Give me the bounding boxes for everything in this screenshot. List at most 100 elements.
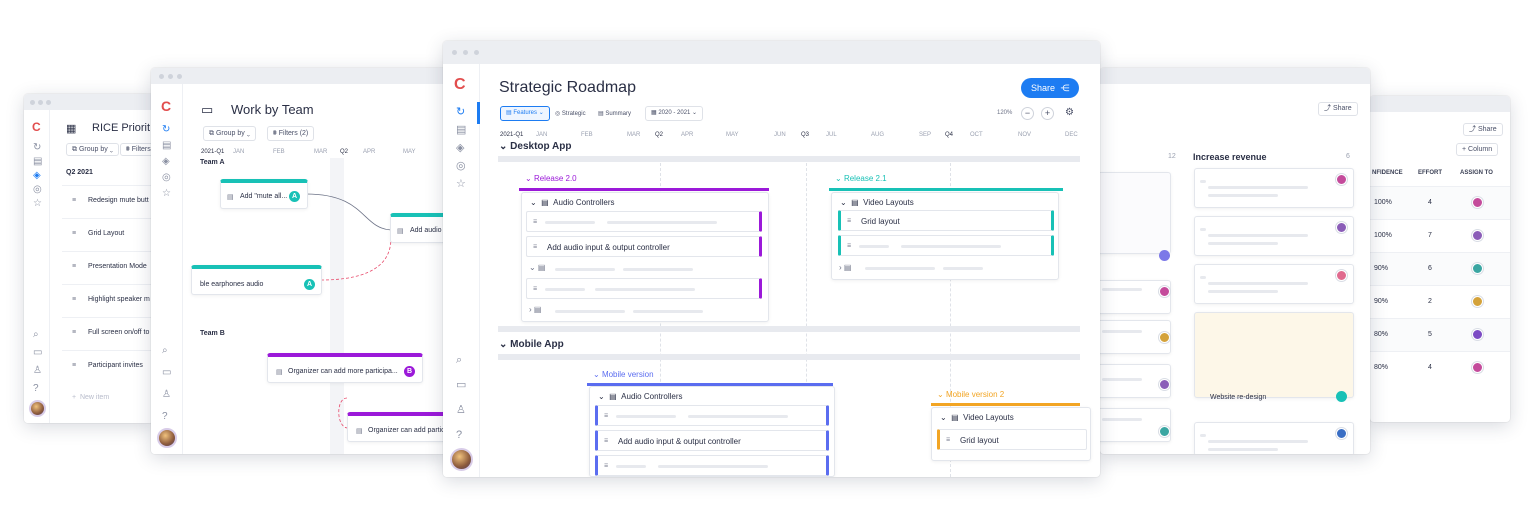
month-label: APR	[681, 132, 694, 138]
app-logo[interactable]: C	[32, 120, 41, 134]
collapse-icon[interactable]: › ▤	[839, 263, 851, 272]
release-title: Release 2.1	[843, 174, 887, 183]
check-icon[interactable]: ◎	[456, 161, 466, 172]
people-icon[interactable]: ♙	[456, 405, 466, 416]
release-bar[interactable]	[829, 188, 1063, 191]
settings-icon[interactable]: ⚙	[1065, 107, 1074, 118]
row-title: Full screen on/off to	[88, 329, 150, 336]
board-card[interactable]	[1100, 408, 1171, 442]
date-range-select[interactable]: ▦ 2020 - 2021 ⌄	[645, 106, 704, 121]
expand-icon[interactable]: ⌄ ▤	[529, 263, 545, 272]
feature-item[interactable]: ≡	[526, 211, 762, 232]
star-icon[interactable]: ☆	[33, 199, 42, 209]
strategy-icon[interactable]: ◈	[456, 143, 464, 154]
placeholder-line	[1200, 180, 1206, 183]
zoom-in-icon[interactable]: +	[1041, 107, 1054, 120]
column-count: 6	[1346, 153, 1350, 160]
work-item-card[interactable]: ▤ Organizer can add partic	[347, 412, 451, 442]
view-features-label: Features	[513, 110, 538, 116]
feature-title: Grid layout	[960, 436, 999, 445]
feature-item[interactable]: ≡	[595, 455, 829, 476]
month-label: AUG	[871, 132, 885, 138]
people-icon[interactable]: ♙	[33, 366, 42, 376]
month-label: JUL	[826, 132, 837, 138]
feature-item[interactable]: ≡	[595, 405, 829, 426]
feature-item[interactable]: ≡	[526, 278, 762, 299]
feature-item[interactable]: ≡	[838, 235, 1054, 256]
table-row[interactable]: ≡ Full screen on/off to	[62, 317, 154, 349]
check-icon[interactable]: ◎	[33, 185, 42, 195]
desktop-lane-title[interactable]: ⌄ Desktop App	[499, 141, 571, 152]
mobile-lane-title[interactable]: ⌄ Mobile App	[499, 339, 564, 350]
app-logo[interactable]: C	[454, 76, 466, 94]
collapse-icon[interactable]: › ▤	[529, 305, 541, 314]
release-bar[interactable]	[519, 188, 769, 191]
assignee-avatar[interactable]	[1472, 230, 1483, 241]
table-row[interactable]: 90% 2	[1370, 285, 1510, 318]
star-icon[interactable]: ☆	[456, 179, 466, 190]
help-icon[interactable]: ?	[456, 430, 462, 441]
roadmap-window: C ↻ ▤ ◈ ◎ ☆ ⌕ ▭ ♙ ? Strategic Roadmap Sh…	[443, 41, 1100, 477]
release-bar[interactable]	[931, 403, 1080, 406]
search-icon[interactable]: ⌕	[456, 355, 462, 366]
assignee-avatar[interactable]	[1472, 197, 1483, 208]
view-strategic-button[interactable]: ◎ Strategic	[555, 110, 586, 117]
table-row[interactable]: ≡ Grid Layout	[62, 218, 154, 250]
assignee-avatar[interactable]	[1472, 263, 1483, 274]
share-button[interactable]: Share ⋲	[1021, 78, 1079, 98]
feature-item[interactable]: ≡ Grid layout	[937, 429, 1087, 450]
feature-item[interactable]: ≡ Grid layout	[838, 210, 1054, 231]
board-card[interactable]	[1194, 312, 1354, 398]
work-item-card[interactable]: ▤ Organizer can add more participa... B	[267, 353, 423, 383]
share-button[interactable]: ⤴ Share	[1463, 123, 1503, 136]
assignee-avatar[interactable]	[1472, 362, 1483, 373]
user-avatar[interactable]	[450, 448, 473, 471]
view-features-button[interactable]: ▤ Features ⌄	[500, 106, 550, 121]
table-row[interactable]: ≡ Participant invites	[62, 350, 154, 382]
view-summary-label: Summary	[605, 111, 632, 117]
list-icon[interactable]: ▤	[33, 157, 42, 167]
feature-item[interactable]: ≡ Add audio input & output controller	[526, 236, 762, 257]
list-icon[interactable]: ▤	[456, 125, 466, 136]
roadmap-icon[interactable]: ↻	[456, 107, 465, 118]
month-label: SEP	[919, 132, 932, 138]
new-item-button[interactable]: + New item	[72, 394, 109, 401]
search-icon[interactable]: ⌕	[33, 330, 39, 340]
table-row[interactable]: ≡ Redesign mute butt	[62, 185, 154, 217]
lane-divider	[498, 326, 1080, 332]
zoom-out-icon[interactable]: −	[1021, 107, 1034, 120]
share-button[interactable]: ⤴ Share	[1318, 102, 1358, 116]
strategy-icon[interactable]: ◈	[33, 171, 41, 181]
feature-title: Add audio input & output controller	[547, 243, 670, 252]
status-dot	[1159, 250, 1170, 261]
page-title: RICE Priorit	[92, 122, 151, 134]
work-item-card[interactable]: ▤ Add "mute all... A	[220, 179, 308, 209]
table-row[interactable]: ≡ Highlight speaker m	[62, 284, 154, 316]
view-summary-button[interactable]: ▤ Summary	[598, 110, 631, 117]
filters-button[interactable]: ⩩ Filters	[120, 143, 154, 156]
work-item-card[interactable]: ble earphones audio A	[191, 265, 322, 295]
table-row[interactable]: 80% 5	[1370, 318, 1510, 351]
table-row[interactable]: ≡ Presentation Mode	[62, 251, 154, 283]
add-column-button[interactable]: + Column	[1456, 143, 1499, 156]
help-icon[interactable]: ?	[33, 384, 39, 394]
user-avatar[interactable]	[29, 400, 46, 417]
table-row[interactable]: 80% 4	[1370, 351, 1510, 384]
feature-item[interactable]: ≡ Add audio input & output controller	[595, 430, 829, 451]
board-card[interactable]	[1100, 280, 1171, 314]
table-row[interactable]: 90% 6	[1370, 252, 1510, 285]
assignee-badge: A	[304, 279, 315, 290]
table-row[interactable]: 100% 7	[1370, 219, 1510, 252]
assignee-avatar[interactable]	[1472, 329, 1483, 340]
work-item-card[interactable]: ▤ Add audio	[390, 213, 451, 243]
chat-icon[interactable]: ▭	[33, 348, 42, 358]
group-by-button[interactable]: ⧉ Group by ⌄	[66, 143, 119, 156]
placeholder-line	[1102, 378, 1142, 381]
chat-icon[interactable]: ▭	[456, 380, 466, 391]
assignee-avatar[interactable]	[1472, 296, 1483, 307]
table-row[interactable]: 100% 4	[1370, 186, 1510, 219]
release-label: ⌄ Release 2.0	[525, 174, 577, 183]
card-title: Add audio	[410, 227, 442, 234]
roadmap-icon[interactable]: ↻	[33, 143, 41, 153]
board-card[interactable]	[1100, 172, 1171, 254]
